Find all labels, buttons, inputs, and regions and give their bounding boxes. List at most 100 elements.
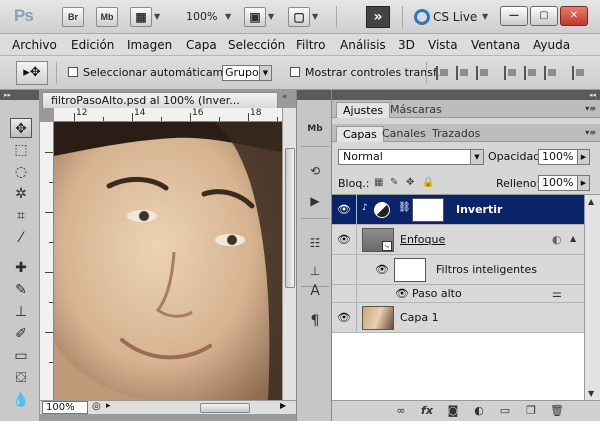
chain-icon[interactable]: ⛓ (398, 202, 411, 213)
crop-tool-icon[interactable]: ⌗ (10, 206, 32, 226)
collapse-icon[interactable]: « (282, 92, 294, 106)
paint-bucket-tool-icon[interactable]: ⛋ (10, 368, 32, 388)
panel-menu-icon[interactable]: ▾≡ (585, 128, 596, 137)
actions-icon[interactable]: ▶ (303, 190, 327, 212)
tool-presets-icon[interactable]: ☷ (303, 232, 327, 254)
document-tab[interactable]: filtroPasoAlto.psd al 100% (Inver... (42, 92, 278, 108)
layer-row-capa-1[interactable]: 👁 Capa 1 (332, 303, 584, 333)
scroll-thumb[interactable] (285, 148, 295, 288)
eye-icon[interactable]: 👁 (336, 202, 352, 218)
layer-name[interactable]: Capa 1 (400, 311, 439, 324)
minimize-button[interactable]: — (500, 6, 528, 26)
quick-selection-tool-icon[interactable]: ✲ (10, 184, 32, 204)
tab-ajustes[interactable]: Ajustes (336, 102, 391, 118)
menu-filtro[interactable]: Filtro (296, 38, 325, 52)
scroll-right-icon[interactable]: ▶ (280, 401, 286, 410)
extensions-button[interactable]: » (366, 6, 390, 28)
clone-stamp-tool-icon[interactable]: ⊥ (10, 302, 32, 322)
vertical-scrollbar[interactable] (282, 108, 296, 400)
zoom-field[interactable]: 100% (42, 401, 88, 414)
close-button[interactable]: ✕ (560, 6, 588, 26)
eyedropper-tool-icon[interactable]: ⁄ (10, 228, 32, 248)
panel-collapse-icon[interactable]: ◂◂ (332, 90, 600, 100)
image-canvas[interactable] (54, 122, 282, 400)
layer-name[interactable]: Invertir (456, 203, 502, 216)
brush-tool-icon[interactable]: ✎ (10, 280, 32, 300)
eye-icon[interactable]: 👁 (336, 232, 352, 248)
blur-tool-icon[interactable]: 💧 (10, 390, 32, 410)
mini-bridge-icon[interactable]: Mb (303, 118, 327, 140)
fill-field[interactable]: 100% ▶ (538, 175, 590, 191)
clone-source-icon[interactable]: ⊥ (303, 260, 327, 282)
auto-select-checkbox[interactable] (68, 67, 78, 77)
scroll-up-icon[interactable]: ▲ (588, 197, 594, 206)
align-vertical-center-icon[interactable] (456, 66, 470, 80)
layers-scrollbar[interactable]: ▲ ▼ (584, 195, 600, 401)
menu-seleccion[interactable]: Selección (228, 38, 285, 52)
eye-icon[interactable]: 👁 (394, 286, 410, 302)
lock-transparency-icon[interactable]: ▦ (374, 177, 383, 188)
layer-mask-thumbnail[interactable] (412, 198, 444, 222)
layer-name[interactable]: Paso alto (412, 287, 462, 300)
history-icon[interactable]: ⟲ (303, 160, 327, 182)
smart-filter-icon[interactable]: ◐ (552, 233, 562, 246)
eraser-tool-icon[interactable]: ▭ (10, 346, 32, 366)
menu-ayuda[interactable]: Ayuda (533, 38, 570, 52)
lock-position-icon[interactable]: ✥ (406, 177, 414, 188)
panel-menu-icon[interactable]: ▾≡ (585, 104, 596, 113)
zoom-level[interactable]: 100% (186, 10, 217, 23)
arrange-documents-button[interactable]: ▣ (244, 7, 266, 27)
status-info-icon[interactable]: ◎ (92, 401, 101, 412)
chevron-down-icon[interactable]: ▼ (268, 12, 274, 21)
distribute-top-icon[interactable] (572, 66, 586, 80)
screen-mode-button[interactable]: ▢ (288, 7, 310, 27)
add-mask-icon[interactable]: ◙ (446, 405, 460, 417)
align-bottom-icon[interactable] (476, 66, 490, 80)
delete-layer-icon[interactable]: 🗑 (550, 405, 564, 417)
character-icon[interactable]: A (303, 280, 327, 302)
filter-blending-options-icon[interactable]: ⚌ (552, 287, 562, 300)
blend-mode-dropdown[interactable]: Normal ▼ (338, 149, 484, 165)
align-horizontal-center-icon[interactable] (524, 66, 538, 80)
new-group-icon[interactable]: ▭ (498, 405, 512, 417)
tab-trazados[interactable]: Trazados (426, 126, 486, 142)
chevron-down-icon[interactable]: ▼ (154, 12, 160, 21)
layer-row-invertir[interactable]: 👁 ♪ ⛓ Invertir (332, 195, 584, 225)
menu-edicion[interactable]: Edición (71, 38, 114, 52)
menu-3d[interactable]: 3D (398, 38, 415, 52)
bridge-button[interactable]: Br (62, 7, 84, 27)
layer-row-filtros-inteligentes[interactable]: 👁 Filtros inteligentes (332, 255, 584, 285)
expand-triangle-icon[interactable]: ▲ (570, 234, 576, 243)
tool-preset-picker[interactable]: ▸✥ (16, 61, 48, 85)
layer-row-paso-alto[interactable]: 👁 Paso alto ⚌ (332, 285, 584, 303)
layer-name[interactable]: Enfoque (400, 233, 445, 246)
menu-ventana[interactable]: Ventana (471, 38, 520, 52)
layer-style-icon[interactable]: fx (420, 405, 434, 417)
scroll-down-icon[interactable]: ▼ (588, 389, 594, 398)
new-layer-icon[interactable]: ❐ (524, 405, 538, 417)
paragraph-icon[interactable]: ¶ (303, 310, 327, 332)
cs-live-button[interactable]: CS Live (433, 10, 477, 24)
chevron-down-icon[interactable]: ▼ (225, 12, 231, 21)
layer-thumbnail[interactable] (362, 306, 394, 330)
mini-bridge-button[interactable]: Mb (96, 7, 118, 27)
menu-vista[interactable]: Vista (428, 38, 458, 52)
auto-select-dropdown[interactable]: Grupo ▼ (222, 65, 272, 81)
history-brush-tool-icon[interactable]: ✐ (10, 324, 32, 344)
lasso-tool-icon[interactable]: ◌ (10, 162, 32, 182)
opacity-field[interactable]: 100% ▶ (538, 149, 590, 165)
menu-imagen[interactable]: Imagen (127, 38, 172, 52)
tab-canales[interactable]: Canales (376, 126, 432, 142)
layer-name[interactable]: Filtros inteligentes (436, 263, 537, 276)
eye-icon[interactable]: 👁 (336, 310, 352, 326)
chevron-down-icon[interactable]: ▼ (482, 12, 488, 21)
layer-row-enfoque[interactable]: 👁 ⤷ Enfoque ◐ ▲ (332, 225, 584, 255)
healing-brush-tool-icon[interactable]: ✚ (10, 258, 32, 278)
horizontal-scroll-thumb[interactable] (200, 403, 250, 413)
eye-icon[interactable]: 👁 (374, 262, 390, 278)
menu-analisis[interactable]: Análisis (340, 38, 386, 52)
panel-collapse-icon[interactable] (297, 90, 331, 100)
filter-mask-thumbnail[interactable] (394, 258, 426, 282)
marquee-tool-icon[interactable]: ⬚ (10, 140, 32, 160)
lock-all-icon[interactable]: 🔒 (422, 177, 434, 188)
